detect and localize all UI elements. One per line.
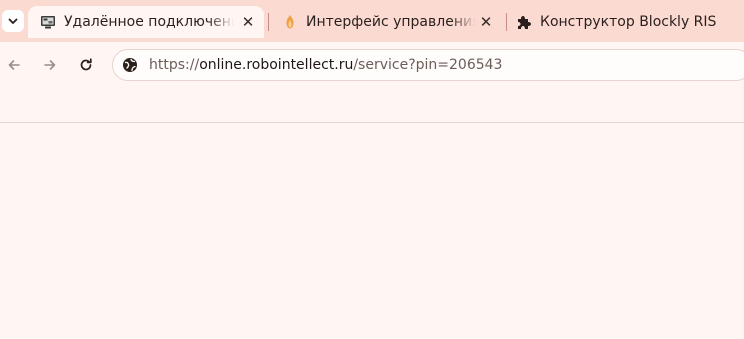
forward-button[interactable] xyxy=(38,53,62,77)
remote-desktop-icon xyxy=(40,14,56,30)
tab-remote-connection[interactable]: Удалённое подключение ✕ xyxy=(28,6,264,38)
tab-title: Удалённое подключение xyxy=(64,14,234,30)
tab-control-interface[interactable]: Интерфейс управления ✕ xyxy=(270,6,504,38)
url-path: /service?pin=206543 xyxy=(353,57,503,73)
browser-window: Удалённое подключение ✕ Интерфейс управл… xyxy=(0,0,744,339)
arrow-right-icon xyxy=(44,60,56,70)
puzzle-piece-icon xyxy=(516,14,532,30)
tab-search-button[interactable] xyxy=(2,10,24,32)
back-button[interactable] xyxy=(2,53,26,77)
reload-button[interactable] xyxy=(74,53,98,77)
chevron-down-icon xyxy=(8,18,18,24)
close-tab-icon[interactable]: ✕ xyxy=(240,14,256,30)
reload-icon xyxy=(80,58,92,71)
tab-blockly-constructor[interactable]: Конструктор Blockly RIS xyxy=(504,6,744,38)
close-tab-icon[interactable]: ✕ xyxy=(478,14,494,30)
globe-icon[interactable] xyxy=(122,57,138,73)
tab-title: Интерфейс управления xyxy=(306,14,476,30)
address-bar[interactable]: https://online.robointellect.ru/service?… xyxy=(112,49,744,81)
tab-separator xyxy=(268,13,269,31)
page-content xyxy=(0,123,744,339)
url-host: online.robointellect.ru xyxy=(199,57,354,73)
arrow-left-icon xyxy=(8,60,20,70)
navigation-toolbar: https://online.robointellect.ru/service?… xyxy=(0,42,744,88)
robot-flame-icon xyxy=(282,14,298,30)
tab-strip: Удалённое подключение ✕ Интерфейс управл… xyxy=(0,0,744,42)
tab-title: Конструктор Blockly RIS xyxy=(540,14,717,30)
url-text[interactable]: https://online.robointellect.ru/service?… xyxy=(149,57,502,73)
url-scheme: https:// xyxy=(149,57,200,73)
